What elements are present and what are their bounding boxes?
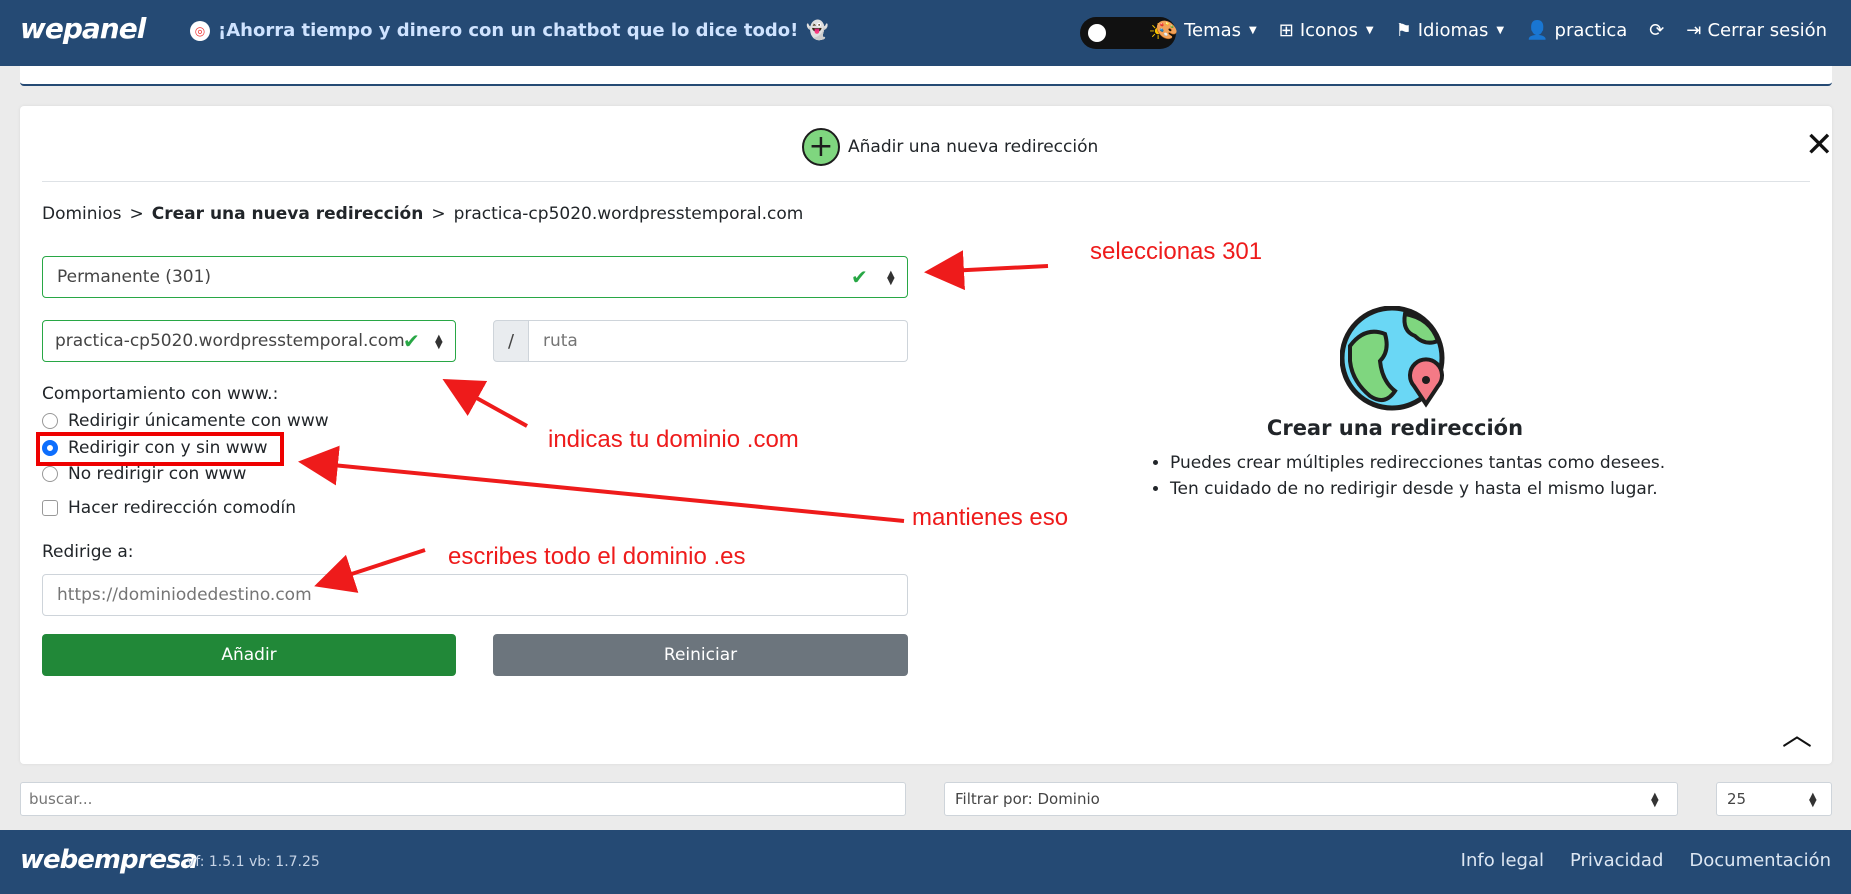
nav-logout-label: Cerrar sesión xyxy=(1707,20,1827,41)
footer: webempresa vf: 1.5.1 vb: 1.7.25 Info leg… xyxy=(0,830,1851,894)
webempresa-logo[interactable]: webempresa xyxy=(20,845,198,875)
close-icon[interactable]: ✕ xyxy=(1805,128,1834,162)
sort-icon: ▲ ▼ xyxy=(1651,791,1659,809)
top-navbar: wepanel ◎ ¡Ahorra tiempo y dinero con un… xyxy=(0,0,1851,66)
ghost-icon: 👻 xyxy=(806,20,829,41)
radio-www-only[interactable]: Redirigir únicamente con www xyxy=(42,411,329,431)
nav-menu: 🎨 Temas ▼ ⊞ Iconos ▼ ⚑ Idiomas ▼ 👤 pract… xyxy=(1156,20,1827,41)
target-icon: ◎ xyxy=(190,20,210,41)
annotation-keep-that: mantienes eso xyxy=(912,504,1069,531)
user-gear-icon: 👤 xyxy=(1526,20,1549,41)
radio-no-www[interactable]: No redirigir con www xyxy=(42,464,246,484)
www-behavior-label: Comportamiento con www.: xyxy=(42,384,279,404)
chevron-up-icon[interactable]: ︿ xyxy=(1782,710,1812,754)
sort-icon: ▲ ▼ xyxy=(435,333,443,351)
nav-user[interactable]: 👤 practica xyxy=(1526,20,1627,41)
wildcard-checkbox[interactable] xyxy=(42,500,58,516)
nav-idiomas-label: Idiomas xyxy=(1417,20,1489,41)
breadcrumb: Dominios > Crear una nueva redirección >… xyxy=(42,204,803,224)
filter-select[interactable]: Filtrar por: Dominio ▲ ▼ xyxy=(944,782,1678,816)
version-text: vf: 1.5.1 vb: 1.7.25 xyxy=(187,854,320,870)
nav-iconos[interactable]: ⊞ Iconos ▼ xyxy=(1279,20,1374,41)
palette-icon: 🎨 xyxy=(1155,20,1179,41)
caret-down-icon: ▼ xyxy=(1365,25,1374,36)
footer-link-legal[interactable]: Info legal xyxy=(1461,850,1544,871)
redirect-type-value: Permanente (301) xyxy=(57,267,212,287)
search-input[interactable] xyxy=(20,782,906,816)
info-bullet: Ten cuidado de no redirigir desde y hast… xyxy=(1170,476,1750,502)
breadcrumb-current: Crear una nueva redirección xyxy=(151,204,424,224)
breadcrumb-separator: > xyxy=(129,204,144,224)
info-title: Crear una redirección xyxy=(1266,416,1524,440)
nav-iconos-label: Iconos xyxy=(1299,20,1358,41)
nav-temas-label: Temas xyxy=(1184,20,1242,41)
per-page-select[interactable]: 25 ▲ ▼ xyxy=(1716,782,1832,816)
filter-select-value: Filtrar por: Dominio xyxy=(955,790,1100,808)
path-prefix: / xyxy=(493,320,529,362)
check-icon: ✔ xyxy=(403,329,420,353)
wildcard-checkbox-row[interactable]: Hacer redirección comodín xyxy=(42,498,296,518)
radio-label: No redirigir con www xyxy=(68,464,247,484)
nav-refresh[interactable]: ⟳ xyxy=(1649,20,1664,41)
radio-label: Redirigir únicamente con www xyxy=(68,411,329,431)
source-domain-value: practica-cp5020.wordpresstemporal.com xyxy=(55,331,405,351)
per-page-value: 25 xyxy=(1727,790,1747,808)
reset-button[interactable]: Reiniciar xyxy=(493,634,908,676)
nav-idiomas[interactable]: ⚑ Idiomas ▼ xyxy=(1396,20,1505,41)
path-input-group: / xyxy=(493,320,908,362)
earth-pin-icon xyxy=(1340,306,1445,411)
destination-url-input[interactable] xyxy=(42,574,908,616)
nav-temas[interactable]: 🎨 Temas ▼ xyxy=(1156,20,1257,41)
source-domain-select[interactable]: practica-cp5020.wordpresstemporal.com ✔ … xyxy=(42,320,456,362)
icons-icon: ⊞ xyxy=(1278,20,1294,41)
info-bullet: Puedes crear múltiples redirecciones tan… xyxy=(1170,450,1750,476)
refresh-icon: ⟳ xyxy=(1649,20,1665,41)
card-title-text: Añadir una nueva redirección xyxy=(848,137,1099,157)
sort-icon: ▲ ▼ xyxy=(1809,791,1817,809)
add-button[interactable]: Añadir xyxy=(42,634,456,676)
annotation-select-301: seleccionas 301 xyxy=(1090,238,1263,265)
flag-icon: ⚑ xyxy=(1395,20,1412,41)
new-redirect-card: + Añadir una nueva redirección ✕ Dominio… xyxy=(20,106,1834,764)
annotation-domain-com: indicas tu dominio .com xyxy=(548,426,799,453)
check-icon: ✔ xyxy=(851,265,868,289)
caret-down-icon: ▼ xyxy=(1249,25,1257,36)
promo-text[interactable]: ¡Ahorra tiempo y dinero con un chatbot q… xyxy=(218,20,798,41)
wepanel-logo[interactable]: wepanel xyxy=(20,12,146,45)
annotation-highlight-box xyxy=(36,432,284,466)
footer-link-privacy[interactable]: Privacidad xyxy=(1570,850,1663,871)
redirect-type-select[interactable]: Permanente (301) ✔ ▲ ▼ xyxy=(42,256,908,298)
card-title: + Añadir una nueva redirección xyxy=(802,128,1098,166)
wildcard-label: Hacer redirección comodín xyxy=(68,498,297,518)
radio-button[interactable] xyxy=(42,466,58,482)
nav-user-label: practica xyxy=(1554,20,1628,41)
path-input[interactable] xyxy=(529,320,908,362)
radio-button[interactable] xyxy=(42,413,58,429)
sort-icon: ▲ ▼ xyxy=(887,269,895,287)
nav-logout[interactable]: ⇥ Cerrar sesión xyxy=(1686,20,1827,41)
collapsed-panel xyxy=(20,66,1832,86)
redirect-to-label: Redirige a: xyxy=(42,542,134,562)
footer-link-docs[interactable]: Documentación xyxy=(1689,850,1831,871)
card-header: + Añadir una nueva redirección ✕ xyxy=(42,106,1834,182)
breadcrumb-root[interactable]: Dominios xyxy=(42,204,122,224)
annotation-write-es: escribes todo el dominio .es xyxy=(448,543,746,570)
toggle-knob xyxy=(1088,24,1106,42)
logout-icon: ⇥ xyxy=(1686,20,1702,41)
breadcrumb-domain: practica-cp5020.wordpresstemporal.com xyxy=(453,204,804,224)
info-list: Puedes crear múltiples redirecciones tan… xyxy=(1150,450,1750,502)
promo-banner[interactable]: ◎ ¡Ahorra tiempo y dinero con un chatbot… xyxy=(190,20,829,41)
breadcrumb-separator: > xyxy=(431,204,446,224)
add-circle-icon: + xyxy=(802,128,840,166)
caret-down-icon: ▼ xyxy=(1496,25,1505,36)
footer-links: Info legal Privacidad Documentación xyxy=(1461,850,1831,871)
